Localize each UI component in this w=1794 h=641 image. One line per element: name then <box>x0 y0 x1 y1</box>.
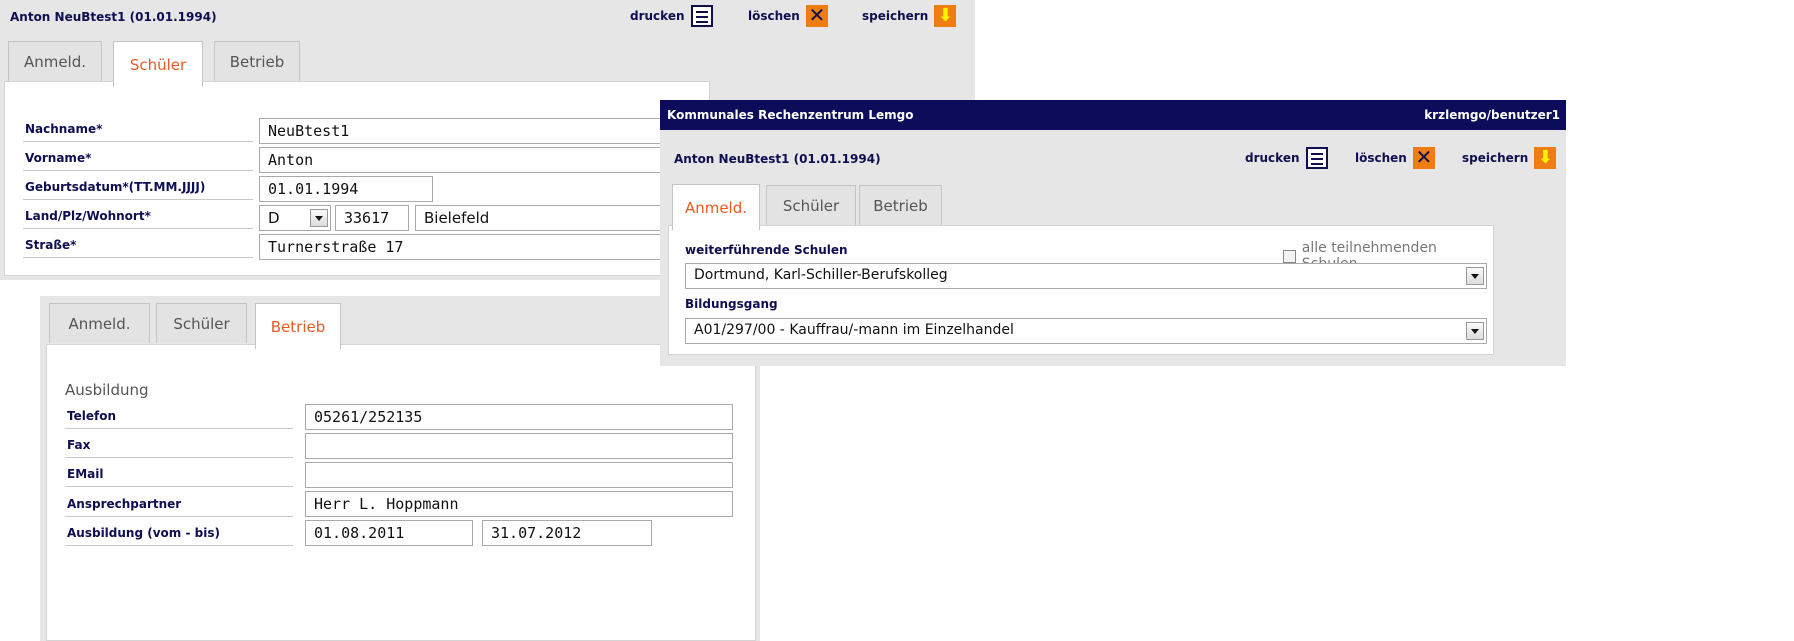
delete-icon[interactable] <box>1412 145 1435 169</box>
delete-action[interactable]: löschen <box>1355 145 1435 169</box>
window-title: Anton NeuBtest1 (01.01.1994) <box>674 152 881 166</box>
print-label[interactable]: drucken <box>630 9 685 23</box>
strasse-input[interactable]: Turnerstraße 17 <box>259 234 719 260</box>
window-anmeld: Kommunales Rechenzentrum Lemgo krzlemgo/… <box>660 100 1566 366</box>
tab-schueler[interactable]: Schüler <box>766 185 856 225</box>
nachname-input[interactable]: NeuBtest1 <box>259 118 719 144</box>
ausbildung-from-input[interactable]: 01.08.2011 <box>305 520 473 546</box>
form-body: Nachname* NeuBtest1 Vorname* Anton Gebur… <box>4 81 725 276</box>
geburtsdatum-label: Geburtsdatum*(TT.MM.JJJJ) <box>23 180 254 200</box>
user-name[interactable]: krzlemgo/benutzer1 <box>1424 108 1560 122</box>
checkbox-icon[interactable] <box>1283 249 1296 263</box>
wohnort-label: Land/Plz/Wohnort* <box>23 209 253 229</box>
tab-betrieb[interactable]: Betrieb <box>255 303 341 349</box>
delete-action[interactable]: löschen <box>748 3 828 27</box>
window-title: Anton NeuBtest1 (01.01.1994) <box>10 10 217 24</box>
ansprechpartner-label: Ansprechpartner <box>65 497 294 517</box>
save-label[interactable]: speichern <box>862 9 928 23</box>
strasse-label: Straße* <box>23 238 255 258</box>
chevron-down-icon[interactable] <box>1466 267 1484 285</box>
geburtsdatum-input[interactable]: 01.01.1994 <box>259 176 433 202</box>
form-body: Ausbildung Telefon 05261/252135 Fax EMai… <box>46 344 756 641</box>
chevron-down-icon[interactable] <box>1466 322 1484 340</box>
tab-anmeld[interactable]: Anmeld. <box>672 184 760 230</box>
telefon-label: Telefon <box>65 409 293 429</box>
plz-input[interactable]: 33617 <box>335 205 409 231</box>
tab-betrieb[interactable]: Betrieb <box>859 185 942 225</box>
tab-betrieb[interactable]: Betrieb <box>214 41 300 81</box>
section-title: Ausbildung <box>65 381 149 399</box>
email-label: EMail <box>65 467 296 487</box>
save-action[interactable]: speichern <box>1462 147 1557 169</box>
fax-label: Fax <box>65 438 297 458</box>
bildungsgang-value: A01/297/00 - Kauffrau/-mann im Einzelhan… <box>694 322 1014 338</box>
delete-label[interactable]: löschen <box>748 9 800 23</box>
save-label[interactable]: speichern <box>1462 151 1528 165</box>
schule-value: Dortmund, Karl-Schiller-Berufskolleg <box>694 267 948 283</box>
save-action[interactable]: speichern <box>862 5 957 27</box>
chevron-down-icon[interactable] <box>310 209 328 227</box>
ansprechpartner-input[interactable]: Herr L. Hoppmann <box>305 491 733 517</box>
printer-icon[interactable] <box>690 5 713 27</box>
delete-icon[interactable] <box>805 3 828 27</box>
save-icon[interactable] <box>1534 147 1557 169</box>
vorname-input[interactable]: Anton <box>259 147 719 173</box>
form-body: weiterführende Schulen alle teilnehmende… <box>668 225 1494 355</box>
printer-icon[interactable] <box>1305 147 1328 169</box>
window-betrieb: Anmeld. Schüler Betrieb Ausbildung Telef… <box>40 296 760 641</box>
land-select[interactable]: D <box>259 205 331 231</box>
top-bar: Kommunales Rechenzentrum Lemgo krzlemgo/… <box>660 100 1566 130</box>
schulen-label: weiterführende Schulen <box>685 243 848 257</box>
schule-select[interactable]: Dortmund, Karl-Schiller-Berufskolleg <box>685 263 1487 289</box>
save-icon[interactable] <box>934 5 957 27</box>
email-input[interactable] <box>305 462 733 488</box>
vorname-label: Vorname* <box>23 151 255 171</box>
tab-anmeld[interactable]: Anmeld. <box>49 303 150 343</box>
bildungsgang-label: Bildungsgang <box>685 297 778 311</box>
print-action[interactable]: drucken <box>630 5 713 27</box>
tab-schueler[interactable]: Schüler <box>156 303 247 343</box>
tab-anmeld[interactable]: Anmeld. <box>8 41 102 81</box>
org-name: Kommunales Rechenzentrum Lemgo <box>667 108 914 122</box>
telefon-input[interactable]: 05261/252135 <box>305 404 733 430</box>
print-action[interactable]: drucken <box>1245 147 1328 169</box>
ausbildung-label: Ausbildung (vom - bis) <box>65 526 293 546</box>
ausbildung-to-input[interactable]: 31.07.2012 <box>482 520 652 546</box>
fax-input[interactable] <box>305 433 733 459</box>
bildungsgang-select[interactable]: A01/297/00 - Kauffrau/-mann im Einzelhan… <box>685 318 1487 344</box>
print-label[interactable]: drucken <box>1245 151 1300 165</box>
tab-schueler[interactable]: Schüler <box>113 41 203 87</box>
nachname-label: Nachname* <box>23 122 255 142</box>
delete-label[interactable]: löschen <box>1355 151 1407 165</box>
land-value: D <box>268 209 280 227</box>
